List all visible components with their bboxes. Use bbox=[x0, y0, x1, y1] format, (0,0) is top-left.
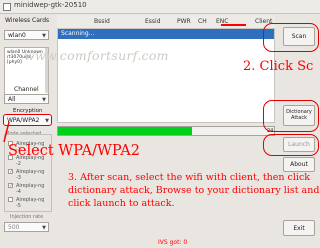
channel-select[interactable]: All ▼ bbox=[4, 94, 49, 104]
table-row[interactable]: Scanning... bbox=[58, 29, 274, 39]
column-header-ch[interactable]: CH bbox=[198, 18, 207, 25]
dictionary-attack-label-line2: Attack bbox=[291, 115, 307, 121]
select-encryption-annotation: Select WPA/WPA2 bbox=[8, 143, 141, 159]
title-bar: minidwep-gtk-20510 bbox=[0, 0, 320, 14]
launch-button-label: Launch bbox=[288, 141, 310, 148]
chevron-down-icon: ▼ bbox=[42, 33, 46, 39]
mode-label: Aireplay-ng -5 bbox=[16, 197, 45, 209]
about-button[interactable]: About bbox=[283, 157, 315, 172]
injection-rate-select[interactable]: 500 ▼ bbox=[4, 222, 49, 232]
exit-button[interactable]: Exit bbox=[283, 220, 315, 236]
ivs-count: IVS got: 0 bbox=[158, 239, 188, 246]
launch-button[interactable]: Launch bbox=[283, 137, 315, 152]
chevron-down-icon: ▼ bbox=[42, 97, 46, 103]
interface-value: wlan0 bbox=[8, 32, 26, 39]
status-bar: IVS got: 0 bbox=[0, 238, 320, 248]
column-header-essid[interactable]: Essid bbox=[145, 18, 161, 25]
window-title: minidwep-gtk-20510 bbox=[14, 1, 87, 9]
step-3-annotation: 3. After scan, select the wifi with clie… bbox=[68, 172, 320, 209]
column-header-pwr[interactable]: PWR bbox=[177, 18, 191, 25]
arrow-icon bbox=[3, 121, 10, 143]
client-column-underline bbox=[221, 24, 246, 26]
app-icon bbox=[3, 3, 11, 11]
channel-value: All bbox=[8, 96, 16, 103]
wireless-cards-label: Wireless Cards bbox=[5, 17, 50, 24]
chevron-down-icon: ▼ bbox=[42, 225, 46, 231]
network-table-header: Bssid Essid PWR CH ENC Client bbox=[57, 15, 275, 28]
channel-label: Channel bbox=[14, 86, 39, 93]
mode-label: Aireplay-ng -3 bbox=[16, 169, 45, 181]
dictionary-attack-button[interactable]: Dictionary Attack bbox=[283, 105, 315, 126]
injection-rate-label: Injection rate bbox=[10, 214, 44, 220]
column-header-bssid[interactable]: Bssid bbox=[94, 18, 110, 25]
chevron-down-icon: ▼ bbox=[45, 118, 49, 124]
mode-checkbox[interactable] bbox=[8, 197, 13, 202]
exit-button-label: Exit bbox=[293, 225, 305, 232]
scan-button[interactable]: Scan bbox=[283, 27, 315, 46]
interface-select[interactable]: wlan0 ▼ bbox=[4, 30, 49, 40]
mode-checkbox[interactable]: ✓ bbox=[8, 183, 13, 189]
step-2-annotation: 2. Click Sc bbox=[243, 59, 314, 74]
injection-rate-value: 500 bbox=[8, 224, 20, 231]
watermark: www.comfortsurf.com bbox=[24, 48, 169, 63]
about-button-label: About bbox=[290, 161, 308, 168]
scan-button-label: Scan bbox=[291, 33, 307, 40]
scan-progress-fill bbox=[58, 127, 192, 135]
mode-checkbox[interactable]: ✓ bbox=[8, 169, 13, 175]
mode-label: Aireplay-ng -4 bbox=[16, 183, 45, 195]
network-table[interactable] bbox=[57, 28, 275, 123]
scanning-status: Scanning... bbox=[61, 30, 95, 37]
